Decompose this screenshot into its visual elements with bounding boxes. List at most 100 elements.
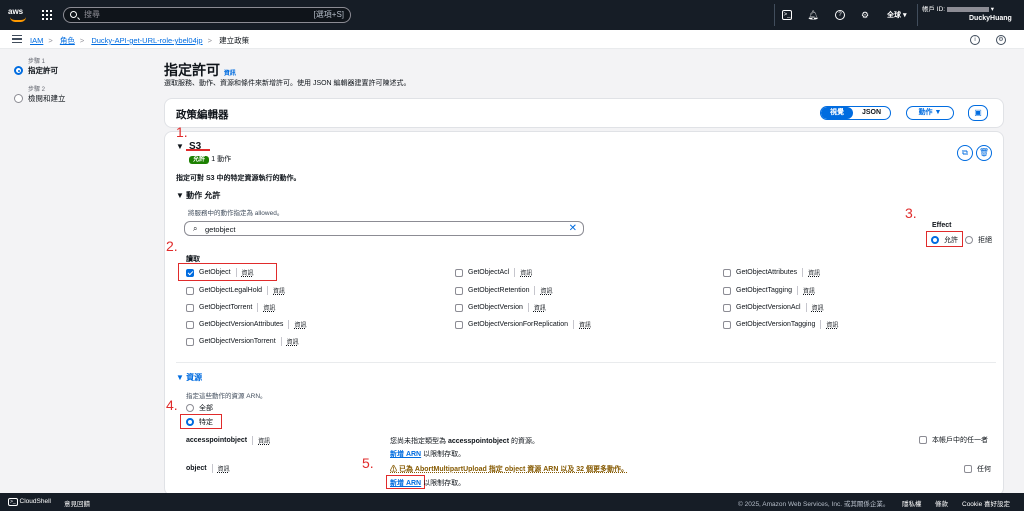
collapse-service-icon[interactable]: ▼	[176, 142, 184, 151]
any-in-account-checkbox[interactable]	[919, 436, 927, 444]
action-info-link[interactable]: 資訊	[805, 303, 824, 312]
trash-icon[interactable]: 🗑︎	[976, 145, 992, 161]
action-GetObjectVersionTagging[interactable]: GetObjectVersionTagging 資訊	[723, 320, 838, 329]
info-circle-icon[interactable]: i	[970, 35, 980, 45]
clear-icon[interactable]: ✕	[569, 223, 577, 234]
action-GetObjectLegalHold[interactable]: GetObjectLegalHold 資訊	[186, 286, 285, 295]
action-checkbox[interactable]	[723, 268, 731, 277]
action-label: GetObjectAcl	[468, 269, 510, 276]
fullscreen-icon[interactable]: ▣	[968, 105, 988, 121]
view-toggle[interactable]: 視覺 JSON	[820, 106, 892, 120]
action-GetObjectVersion[interactable]: GetObjectVersion 資訊	[455, 303, 546, 312]
action-GetObjectTagging[interactable]: GetObjectTagging 資訊	[723, 286, 815, 295]
object-add-arn: 新增 ARN 以限制存取。	[390, 478, 465, 488]
menu-icon[interactable]	[12, 35, 22, 43]
action-checkbox[interactable]	[455, 286, 463, 295]
action-checkbox[interactable]	[186, 337, 194, 346]
account-name[interactable]: DuckyHuang	[969, 15, 1012, 22]
action-info-link[interactable]: 資訊	[573, 320, 591, 329]
action-GetObjectVersionForReplication[interactable]: GetObjectVersionForReplication 資訊	[455, 320, 591, 329]
radio-all[interactable]	[186, 404, 194, 412]
cloudshell-footer-button[interactable]: >_ CloudShell	[8, 498, 51, 506]
settings-circle-icon[interactable]: ⚙	[996, 35, 1006, 45]
action-GetObjectVersionTorrent[interactable]: GetObjectVersionTorrent 資訊	[186, 337, 299, 346]
actions-subtitle: 將服務中的動作指定為 allowed。	[188, 210, 284, 217]
action-info-link[interactable]: 資訊	[514, 268, 532, 277]
search-input[interactable]: 搜尋 [選項+S]	[63, 7, 351, 23]
actions-section-header[interactable]: ▼ 動作 允許	[176, 190, 220, 201]
resource-info-link[interactable]: 資訊	[252, 436, 270, 445]
action-checkbox[interactable]	[723, 303, 731, 312]
action-info-link[interactable]: 資訊	[802, 268, 820, 277]
feedback-link[interactable]: 意見回饋	[64, 498, 90, 508]
radio-allow[interactable]	[931, 236, 939, 244]
action-info-link[interactable]: 資訊	[267, 286, 285, 295]
section-divider	[176, 362, 996, 363]
action-checkbox[interactable]	[455, 303, 463, 312]
effect-allow-option[interactable]: 允許	[931, 235, 958, 245]
action-info-link[interactable]: 資訊	[797, 286, 815, 295]
view-visual-tab[interactable]: 視覺	[821, 107, 853, 119]
action-info-link[interactable]: 資訊	[527, 303, 546, 312]
search-shortcut: [選項+S]	[313, 10, 344, 19]
radio-specific[interactable]	[186, 418, 194, 426]
action-info-link[interactable]: 資訊	[820, 320, 838, 329]
add-arn-link[interactable]: 新增 ARN	[390, 451, 421, 458]
annotation-3: 3.	[905, 205, 917, 221]
resource-type-object: object 資訊	[186, 464, 230, 473]
resource-info-link[interactable]: 資訊	[211, 464, 230, 473]
action-info-link[interactable]: 資訊	[235, 268, 254, 277]
action-GetObjectAttributes[interactable]: GetObjectAttributes 資訊	[723, 268, 820, 277]
action-checkbox[interactable]	[186, 303, 194, 312]
step-number: 步驟 2	[28, 87, 46, 93]
region-selector[interactable]: 全球 ▾	[887, 10, 906, 20]
action-info-link[interactable]: 資訊	[257, 303, 275, 312]
action-info-link[interactable]: 資訊	[288, 320, 306, 329]
action-GetObjectRetention[interactable]: GetObjectRetention 資訊	[455, 286, 553, 295]
action-checkbox[interactable]	[186, 286, 194, 295]
resource-all-option[interactable]: 全部	[186, 403, 213, 413]
privacy-link[interactable]: 隱私權	[902, 498, 922, 508]
bell-icon[interactable]: 🔔︎	[807, 9, 819, 21]
services-menu-icon[interactable]	[42, 10, 52, 20]
action-checkbox[interactable]	[186, 268, 194, 277]
resource-specific-option[interactable]: 特定	[186, 417, 213, 427]
page-info-link[interactable]: 資訊	[224, 71, 236, 77]
help-icon[interactable]: ?	[835, 10, 845, 20]
any-object-checkbox[interactable]	[964, 465, 972, 473]
aws-logo[interactable]: aws	[8, 7, 30, 23]
action-checkbox[interactable]	[723, 320, 731, 329]
duplicate-icon[interactable]: ⧉	[957, 145, 973, 161]
action-checkbox[interactable]	[723, 286, 731, 295]
policy-editor-title: 政策編輯器	[176, 109, 229, 121]
action-search-input[interactable]: ⌕ getobject ✕	[184, 221, 584, 236]
action-GetObjectAcl[interactable]: GetObjectAcl 資訊	[455, 268, 532, 277]
terms-link[interactable]: 條款	[935, 498, 948, 508]
resources-section-header[interactable]: ▼ 資源	[176, 372, 202, 383]
action-info-link[interactable]: 資訊	[534, 286, 553, 295]
action-checkbox[interactable]	[455, 268, 463, 277]
breadcrumb-roles[interactable]: 角色	[60, 36, 75, 45]
action-checkbox[interactable]	[186, 320, 194, 329]
action-GetObjectTorrent[interactable]: GetObjectTorrent 資訊	[186, 303, 275, 312]
any-object-option[interactable]: 任何	[964, 464, 991, 474]
any-in-account-option[interactable]: 本帳戶中的任一者	[919, 435, 988, 445]
account-id[interactable]: 帳戶 ID: ▾	[922, 3, 994, 13]
cloudshell-icon[interactable]: >_	[782, 10, 792, 20]
step-2[interactable]: 步驟 2 檢閱和建立	[14, 84, 154, 110]
action-GetObjectVersionAttributes[interactable]: GetObjectVersionAttributes 資訊	[186, 320, 306, 329]
add-arn-link[interactable]: 新增 ARN	[390, 480, 421, 487]
action-GetObjectVersionAcl[interactable]: GetObjectVersionAcl 資訊	[723, 303, 824, 312]
cookie-preferences-link[interactable]: Cookie 喜好設定	[962, 498, 1010, 508]
step-1[interactable]: 步驟 1 指定許可	[14, 56, 154, 82]
effect-deny-option[interactable]: 拒絕	[965, 235, 992, 245]
action-checkbox[interactable]	[455, 320, 463, 329]
radio-deny[interactable]	[965, 236, 973, 244]
actions-dropdown-button[interactable]: 動作 ▼	[906, 106, 954, 120]
breadcrumb-iam[interactable]: IAM	[30, 36, 43, 45]
view-json-tab[interactable]: JSON	[853, 107, 890, 119]
action-info-link[interactable]: 資訊	[280, 337, 299, 346]
action-GetObject[interactable]: GetObject 資訊	[186, 268, 254, 277]
breadcrumb-role[interactable]: Ducky-API-get-URL-role-ybel04jp	[91, 36, 202, 45]
gear-icon[interactable]: ⚙	[859, 9, 871, 21]
